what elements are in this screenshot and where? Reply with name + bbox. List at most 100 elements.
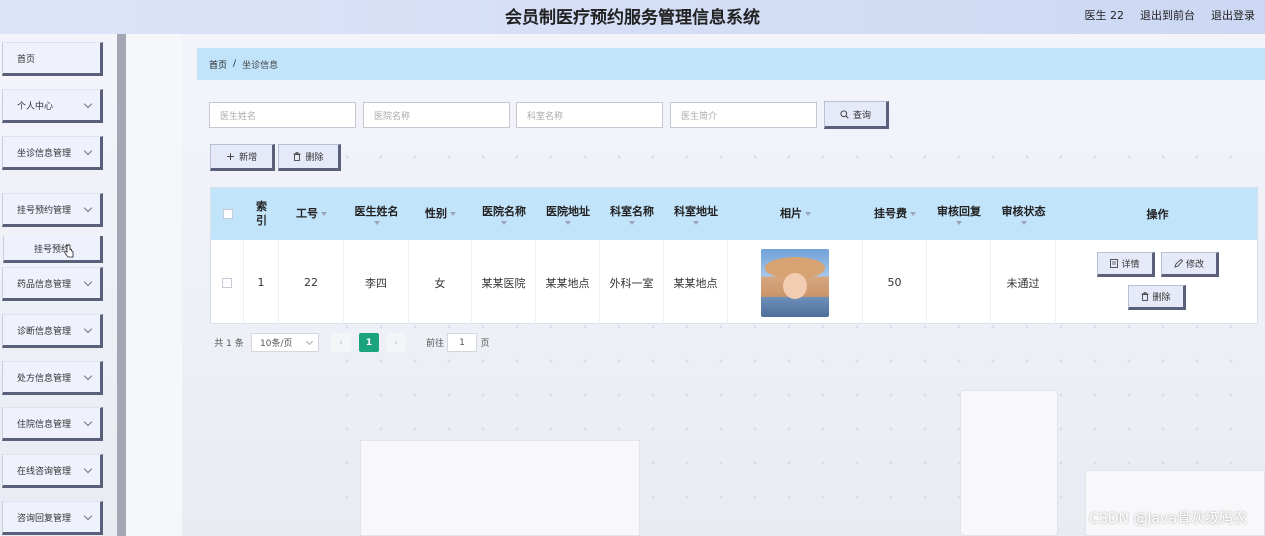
breadcrumb: 首页 / 坐诊信息: [197, 48, 1265, 80]
cell-department-name: 外科一室: [600, 240, 664, 325]
chevron-down-icon: [83, 146, 93, 156]
sort-icon[interactable]: [805, 212, 811, 216]
cell-job-no: 22: [279, 240, 344, 325]
sidebar-item-label: 坐诊信息管理: [17, 148, 72, 159]
sort-icon[interactable]: [373, 221, 380, 225]
select-all-checkbox-cell[interactable]: [211, 188, 244, 240]
sort-icon[interactable]: [321, 212, 327, 216]
chevron-down-icon: [83, 371, 93, 381]
add-button-label: 新增: [239, 153, 258, 163]
row-checkbox-cell[interactable]: [211, 240, 244, 325]
goto-label: 前往: [425, 339, 444, 349]
page-number-button[interactable]: 1: [359, 333, 379, 352]
sidebar-item-home[interactable]: 首页: [2, 42, 103, 76]
sort-icon[interactable]: [956, 221, 962, 225]
column-photo[interactable]: 相片: [728, 188, 863, 240]
logout-link[interactable]: 退出登录: [1211, 7, 1255, 23]
chevron-down-icon: [83, 464, 93, 474]
sort-icon[interactable]: [450, 212, 456, 216]
column-department-address-label: 科室地址: [674, 205, 718, 218]
cell-doctor-name: 李四: [344, 240, 409, 325]
goto-page-input[interactable]: 1: [447, 333, 477, 352]
sidebar-scrollbar[interactable]: [117, 34, 126, 536]
column-hospital-address[interactable]: 医院地址: [536, 188, 600, 240]
column-gender-label: 性别: [425, 207, 447, 220]
cell-operations: 详情 修改 删除: [1056, 240, 1259, 325]
sort-icon[interactable]: [565, 221, 571, 225]
chevron-left-icon: ‹: [339, 337, 343, 348]
row-delete-button[interactable]: 删除: [1128, 285, 1186, 310]
column-department-name[interactable]: 科室名称: [600, 188, 664, 240]
column-index: 索引: [244, 188, 279, 240]
sidebar-item-consult-reply[interactable]: 咨询回复管理: [2, 501, 103, 535]
current-user: 医生 22: [1084, 9, 1125, 22]
breadcrumb-current: 坐诊信息: [242, 60, 279, 71]
add-button[interactable]: + 新增: [210, 144, 275, 171]
query-button[interactable]: 查询: [824, 101, 889, 129]
table-header: 索引 工号 医生姓名 性别 医院名称 医院地址 科室名称 科室地址 相片 挂号费…: [211, 188, 1257, 240]
sidebar-item-label: 药品信息管理: [17, 279, 72, 290]
chevron-right-icon: ›: [394, 337, 398, 348]
sidebar-item-diagnosis[interactable]: 诊断信息管理: [2, 314, 103, 348]
cell-hospital-address: 某某地点: [536, 240, 600, 325]
chevron-down-icon: [305, 337, 314, 346]
column-department-address[interactable]: 科室地址: [664, 188, 728, 240]
doctor-name-input[interactable]: 医生姓名: [209, 102, 356, 128]
doctor-photo[interactable]: [761, 248, 829, 317]
column-review-status[interactable]: 审核状态: [991, 188, 1056, 240]
bulk-delete-button[interactable]: 删除: [278, 144, 341, 171]
column-photo-label: 相片: [780, 207, 802, 220]
detail-button-label: 详情: [1121, 260, 1140, 270]
edit-icon: [1174, 259, 1183, 268]
breadcrumb-home[interactable]: 首页: [209, 58, 227, 71]
cell-index: 1: [244, 240, 279, 325]
chevron-down-icon: [83, 99, 93, 109]
column-job-no[interactable]: 工号: [279, 188, 344, 240]
sort-icon[interactable]: [910, 212, 916, 216]
sidebar-item-hospitalization[interactable]: 住院信息管理: [2, 407, 103, 441]
sort-icon[interactable]: [1020, 221, 1027, 225]
select-all-checkbox[interactable]: [222, 209, 233, 219]
sort-icon[interactable]: [693, 221, 699, 225]
edit-button[interactable]: 修改: [1161, 252, 1219, 277]
sidebar-item-consultation[interactable]: 坐诊信息管理: [2, 136, 103, 170]
document-icon: [1110, 259, 1119, 268]
detail-button[interactable]: 详情: [1097, 252, 1155, 277]
chevron-down-icon: [83, 324, 93, 334]
department-name-input[interactable]: 科室名称: [516, 102, 663, 128]
sidebar-item-personal-center[interactable]: 个人中心: [2, 89, 103, 123]
cell-fee: 50: [863, 240, 927, 325]
column-hospital-name[interactable]: 医院名称: [472, 188, 536, 240]
content-gutter: [126, 34, 182, 536]
sidebar-subitem-registration[interactable]: 挂号预约: [3, 236, 103, 263]
prev-page-button[interactable]: ‹: [331, 333, 351, 352]
sidebar-item-medicine[interactable]: 药品信息管理: [2, 267, 103, 301]
row-delete-button-label: 删除: [1152, 293, 1171, 303]
cell-department-address: 某某地点: [664, 240, 728, 325]
hospital-name-input[interactable]: 医院名称: [363, 102, 510, 128]
doctor-intro-input[interactable]: 医生简介: [670, 102, 817, 128]
page-suffix: 页: [480, 339, 490, 349]
column-review-reply[interactable]: 审核回复: [927, 188, 991, 240]
column-doctor-name[interactable]: 医生姓名: [344, 188, 409, 240]
row-checkbox[interactable]: [222, 277, 232, 288]
query-button-label: 查询: [852, 110, 871, 121]
exit-to-front-link[interactable]: 退出到前台: [1140, 7, 1195, 23]
sidebar-item-label: 咨询回复管理: [17, 513, 72, 524]
sidebar-item-registration[interactable]: 挂号预约管理: [2, 193, 103, 227]
trash-icon: [293, 152, 301, 161]
column-job-no-label: 工号: [296, 207, 318, 220]
page-size-select[interactable]: 10条/页: [251, 333, 319, 352]
breadcrumb-separator: /: [233, 59, 237, 69]
sidebar-item-online-consult[interactable]: 在线咨询管理: [2, 454, 103, 488]
sort-icon[interactable]: [629, 221, 635, 225]
sort-icon[interactable]: [501, 221, 507, 225]
sidebar-item-prescription[interactable]: 处方信息管理: [2, 361, 103, 395]
next-page-button[interactable]: ›: [386, 333, 406, 352]
column-hospital-address-label: 医院地址: [546, 205, 590, 218]
edit-button-label: 修改: [1185, 260, 1204, 270]
cell-review-reply: [927, 240, 991, 325]
watermark: CSDN @Java骨灰级码农: [1089, 511, 1247, 527]
column-gender[interactable]: 性别: [409, 188, 472, 240]
column-fee[interactable]: 挂号费: [863, 188, 927, 240]
